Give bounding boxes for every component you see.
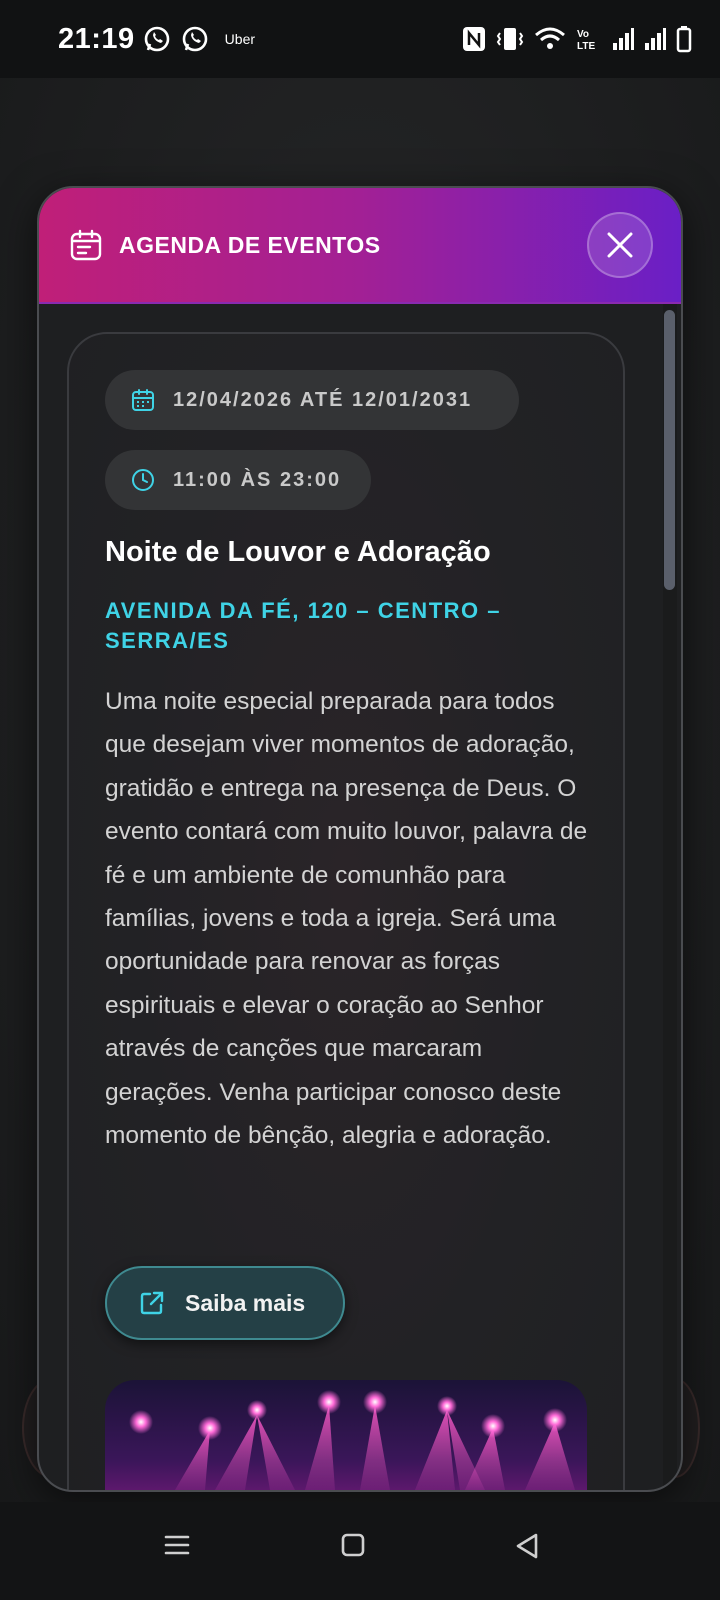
- notification-icons: Uber: [143, 25, 255, 53]
- svg-text:LTE: LTE: [577, 41, 595, 52]
- scrollbar-thumb[interactable]: [664, 310, 675, 590]
- learn-more-label: Saiba mais: [185, 1289, 306, 1316]
- navigation-bar: [0, 1502, 720, 1600]
- event-image: [105, 1380, 587, 1490]
- uber-notification: Uber: [224, 31, 256, 47]
- learn-more-button[interactable]: Saiba mais: [105, 1266, 345, 1340]
- status-time: 21:19: [58, 22, 135, 55]
- close-button[interactable]: [587, 212, 653, 278]
- whatsapp-icon: [182, 26, 207, 52]
- external-link-icon: [140, 1291, 164, 1315]
- events-modal: AGENDA DE EVENTOS 12/04/2026 ATÉ 12/01/2…: [37, 186, 683, 1492]
- calendar-icon: [70, 229, 102, 261]
- signal-icon: [645, 28, 666, 50]
- event-date-pill: 12/04/2026 ATÉ 12/01/2031: [105, 370, 519, 430]
- close-icon: [607, 232, 633, 258]
- modal-title: AGENDA DE EVENTOS: [119, 231, 381, 258]
- system-icons: Vo LTE: [462, 25, 692, 53]
- wifi-icon: [535, 27, 565, 49]
- modal-header: AGENDA DE EVENTOS: [39, 188, 681, 304]
- modal-body[interactable]: 12/04/2026 ATÉ 12/01/2031 11:00 ÀS 23:00…: [39, 304, 681, 1490]
- event-location: AVENIDA DA FÉ, 120 – CENTRO – SERRA/ES: [105, 598, 501, 653]
- battery-icon: [676, 26, 692, 53]
- vibrate-icon: [496, 28, 524, 50]
- home-icon[interactable]: [340, 1532, 366, 1558]
- signal-icon: [613, 28, 634, 50]
- svg-text:Vo: Vo: [577, 29, 589, 40]
- back-icon[interactable]: [514, 1532, 542, 1560]
- event-description: Uma noite especial preparada para todos …: [105, 688, 588, 1150]
- status-bar: 21:19 Uber Vo LTE: [0, 0, 720, 78]
- event-time-pill: 11:00 ÀS 23:00: [105, 450, 371, 510]
- event-title: Noite de Louvor e Adoração: [105, 536, 491, 568]
- event-card: 12/04/2026 ATÉ 12/01/2031 11:00 ÀS 23:00…: [67, 332, 625, 1490]
- event-time-range: 11:00 ÀS 23:00: [173, 468, 342, 491]
- calendar-icon: [132, 389, 154, 411]
- stage-lights-image: [129, 1390, 575, 1490]
- nfc-icon: [463, 27, 485, 51]
- event-date-range: 12/04/2026 ATÉ 12/01/2031: [173, 388, 473, 411]
- clock-icon: [132, 469, 154, 491]
- recent-apps-icon[interactable]: [164, 1532, 190, 1558]
- whatsapp-icon: [144, 26, 169, 52]
- volte-icon: Vo LTE: [577, 29, 595, 52]
